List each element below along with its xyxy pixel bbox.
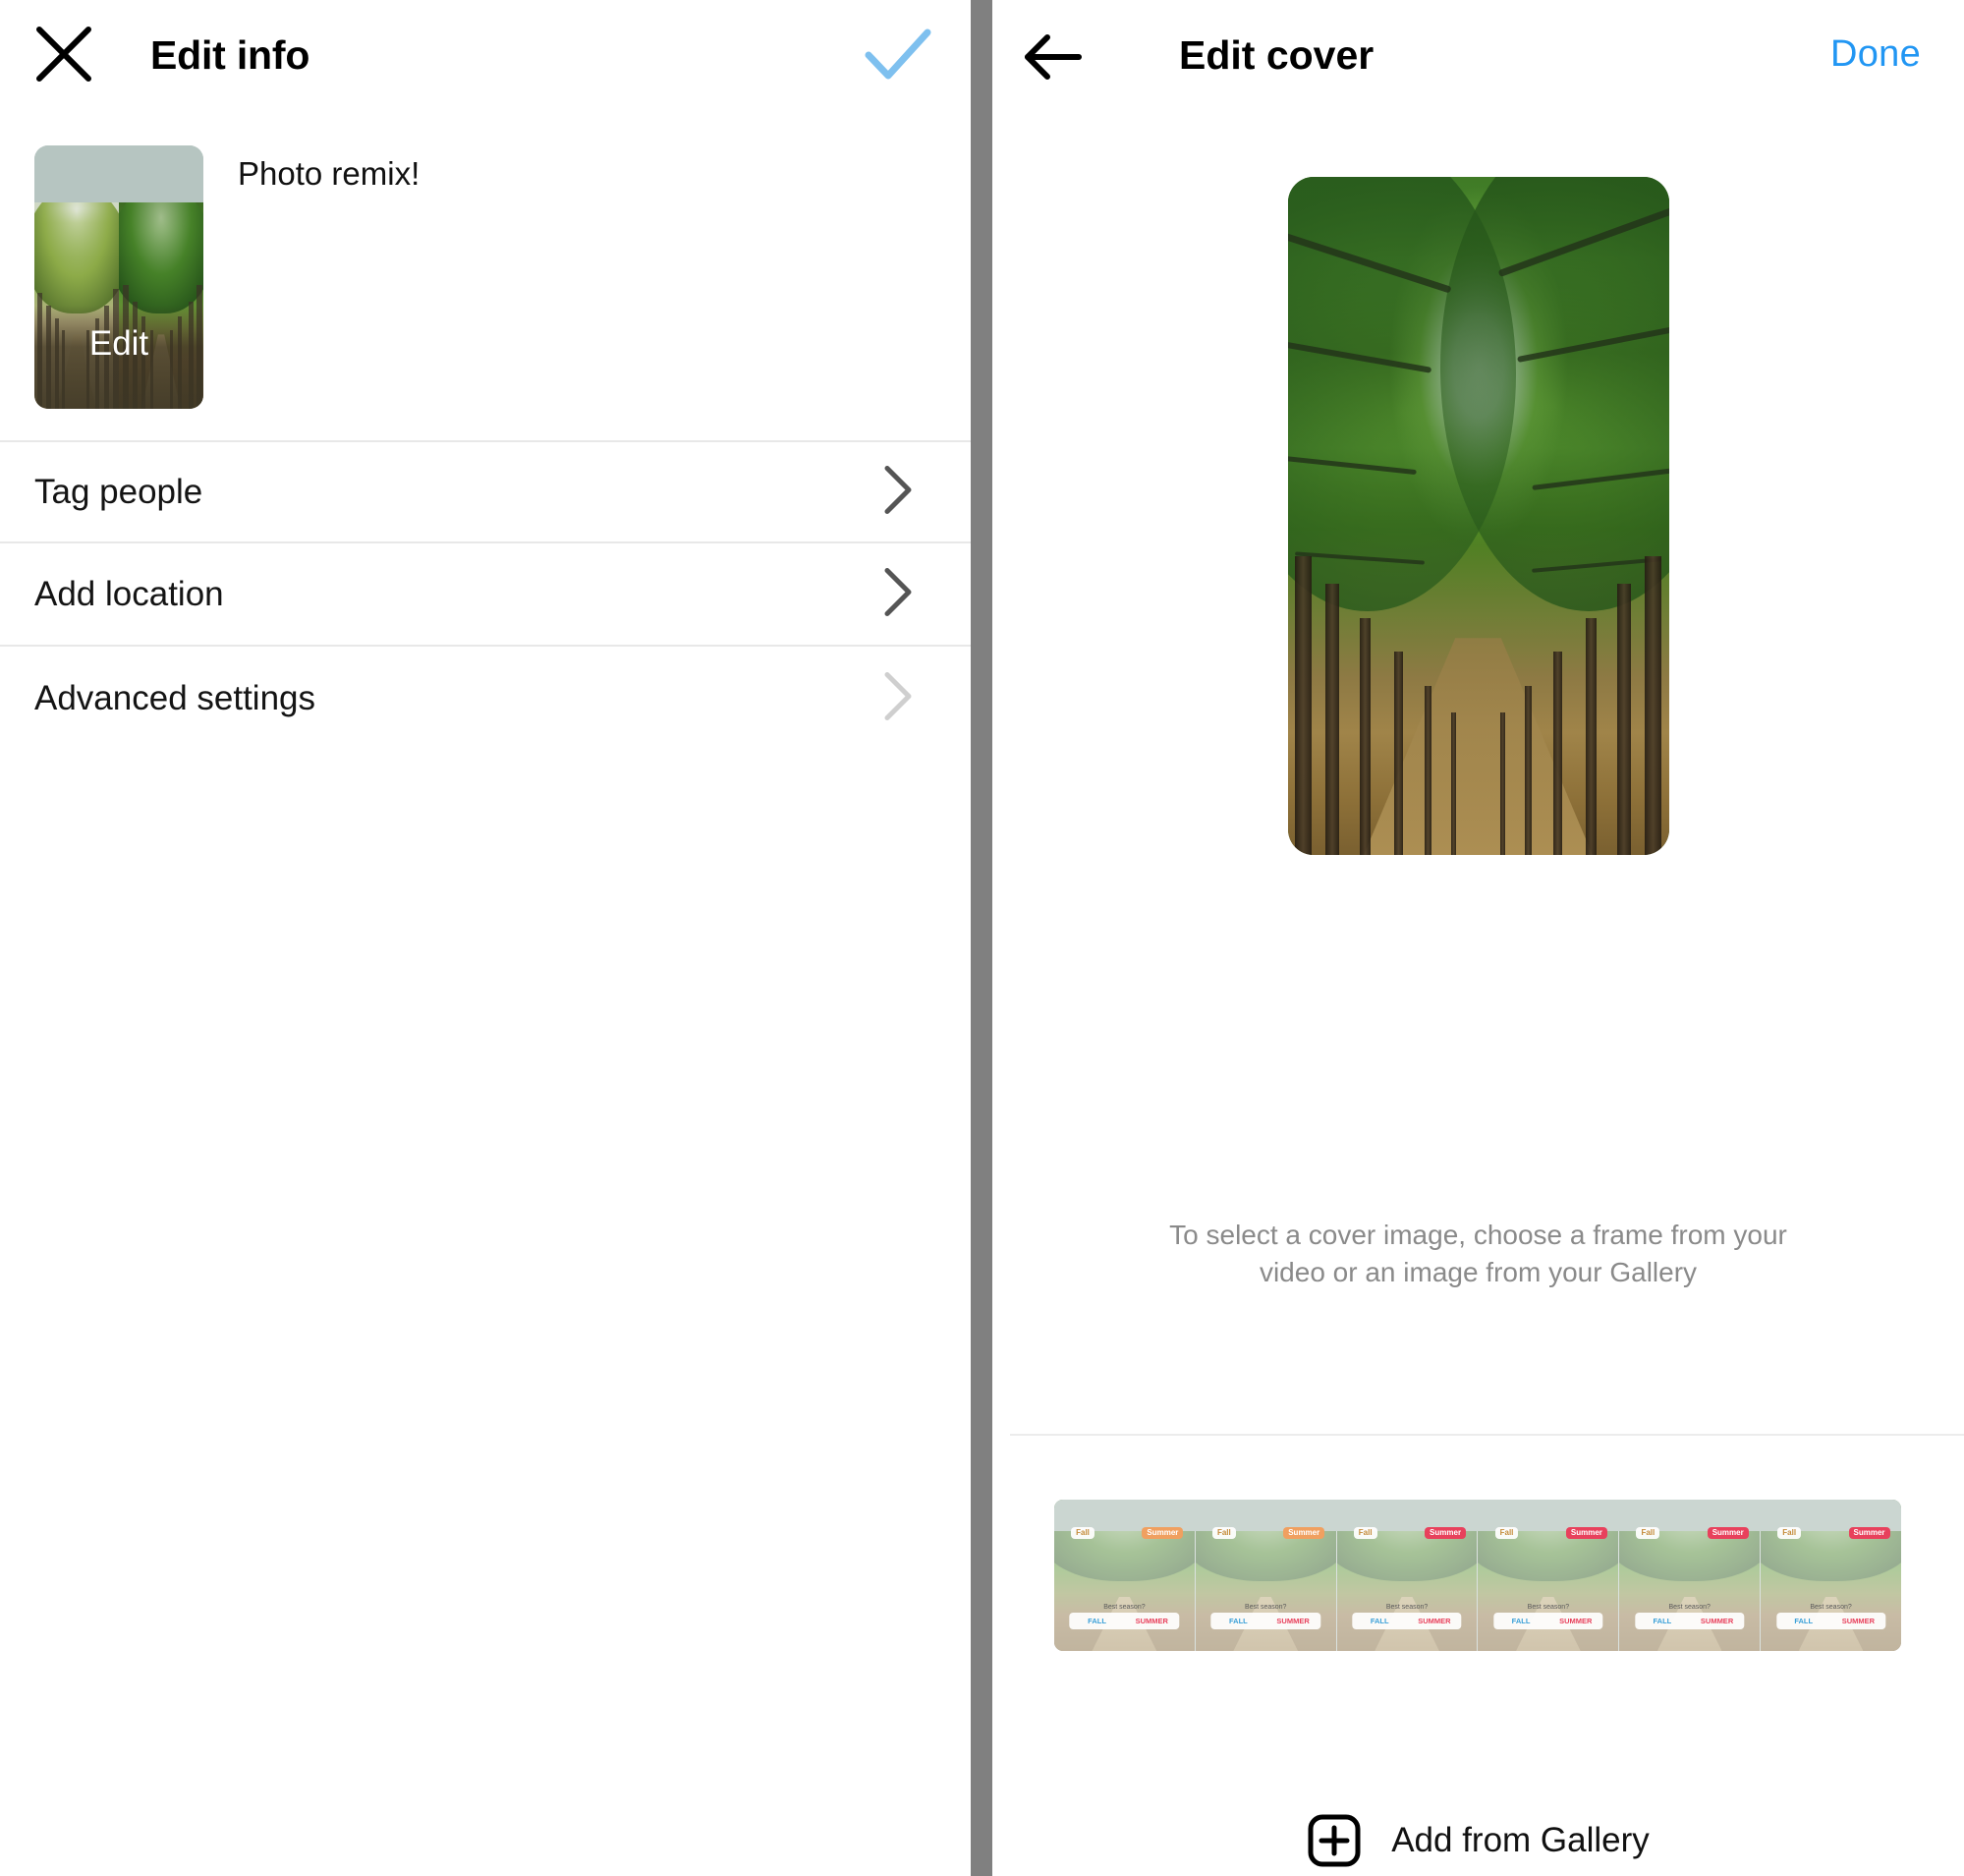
cover-preview-image[interactable] <box>1287 177 1669 855</box>
done-button[interactable]: Done <box>1830 33 1921 76</box>
section-divider <box>1010 1434 1964 1436</box>
frame-poll: Best season? FALL SUMMER <box>1493 1604 1603 1629</box>
frame-tag-summer: Summer <box>1707 1527 1749 1539</box>
frame-poll: Best season? FALL SUMMER <box>1352 1604 1462 1629</box>
chevron-right-icon <box>880 462 916 522</box>
poll-question: Best season? <box>1527 1604 1570 1611</box>
filmstrip-frame[interactable]: Fall Summer Best season? FALL SUMMER <box>1478 1500 1620 1651</box>
list-item-label: Tag people <box>34 472 203 511</box>
close-x-icon[interactable] <box>31 22 96 86</box>
poll-option-summer: SUMMER <box>1276 1617 1310 1625</box>
cover-hint-text: To select a cover image, choose a frame … <box>992 1217 1964 1291</box>
poll-option-fall: FALL <box>1794 1617 1814 1625</box>
poll-option-summer: SUMMER <box>1418 1617 1451 1625</box>
checkmark-icon[interactable] <box>863 28 933 83</box>
filmstrip-frame[interactable]: Fall Summer Best season? FALL SUMMER <box>1761 1500 1901 1651</box>
poll-option-fall: FALL <box>1088 1617 1106 1625</box>
frame-tag-fall: Fall <box>1777 1527 1802 1539</box>
page-title: Edit cover <box>1179 32 1375 78</box>
poll-question: Best season? <box>1668 1604 1711 1611</box>
edit-info-appbar: Edit info <box>0 0 971 110</box>
frame-poll: Best season? FALL SUMMER <box>1210 1604 1320 1629</box>
frame-tag-fall: Fall <box>1353 1527 1377 1539</box>
media-thumbnail[interactable]: Edit <box>34 145 203 409</box>
frame-poll: Best season? FALL SUMMER <box>1775 1604 1886 1629</box>
arrow-left-icon[interactable] <box>1022 29 1085 85</box>
poll-question: Best season? <box>1103 1604 1146 1611</box>
poll-option-summer: SUMMER <box>1559 1617 1593 1625</box>
poll-option-fall: FALL <box>1229 1617 1248 1625</box>
frame-tag-fall: Fall <box>1494 1527 1519 1539</box>
list-item-label: Add location <box>34 574 224 613</box>
poll-option-summer: SUMMER <box>1135 1617 1168 1625</box>
frame-filmstrip[interactable]: Fall Summer Best season? FALL SUMMER Fal… <box>1054 1500 1901 1651</box>
poll-option-fall: FALL <box>1511 1617 1531 1625</box>
edit-cover-panel: Edit cover Done To select a cover image,… <box>992 0 1964 1876</box>
settings-list: Tag people Add location Advanced setting… <box>0 440 971 750</box>
list-item-add-location[interactable]: Add location <box>0 543 971 647</box>
frame-tag-summer: Summer <box>1425 1527 1467 1539</box>
plus-square-icon <box>1307 1813 1362 1868</box>
poll-option-fall: FALL <box>1370 1617 1389 1625</box>
cover-hint-line-1: To select a cover image, choose a frame … <box>1169 1220 1787 1250</box>
cover-hint-line-2: video or an image from your Gallery <box>1259 1256 1698 1287</box>
poll-question: Best season? <box>1810 1604 1852 1611</box>
poll-option-summer: SUMMER <box>1841 1617 1876 1625</box>
chevron-right-icon <box>880 564 916 624</box>
frame-poll: Best season? FALL SUMMER <box>1069 1604 1180 1629</box>
dual-panel-screenshot: Edit info Edit Photo remix! Tag people A… <box>0 0 1964 1876</box>
poll-question: Best season? <box>1385 1604 1429 1611</box>
frame-tag-summer: Summer <box>1142 1527 1184 1539</box>
edit-info-panel: Edit info Edit Photo remix! Tag people A… <box>0 0 971 1876</box>
list-item-label: Advanced settings <box>34 678 316 717</box>
filmstrip-frame[interactable]: Fall Summer Best season? FALL SUMMER <box>1054 1500 1196 1651</box>
add-from-gallery-button[interactable]: Add from Gallery <box>992 1813 1964 1868</box>
frame-tag-fall: Fall <box>1211 1527 1236 1539</box>
frame-tag-fall: Fall <box>1636 1527 1660 1539</box>
add-from-gallery-label: Add from Gallery <box>1391 1821 1650 1859</box>
frame-tag-fall: Fall <box>1071 1527 1094 1539</box>
frame-tag-summer: Summer <box>1283 1527 1325 1539</box>
filmstrip-frame[interactable]: Fall Summer Best season? FALL SUMMER <box>1619 1500 1762 1651</box>
thumbnail-edit-label: Edit <box>88 323 149 363</box>
poll-option-summer: SUMMER <box>1700 1617 1734 1625</box>
poll-question: Best season? <box>1245 1604 1287 1611</box>
list-item-tag-people[interactable]: Tag people <box>0 440 971 543</box>
frame-poll: Best season? FALL SUMMER <box>1635 1604 1745 1629</box>
list-item-advanced-settings[interactable]: Advanced settings <box>0 647 971 750</box>
poll-option-fall: FALL <box>1653 1617 1672 1625</box>
page-title: Edit info <box>150 32 310 78</box>
frame-tag-summer: Summer <box>1565 1527 1607 1539</box>
cover-preview-wrap <box>992 177 1964 1160</box>
frame-tag-summer: Summer <box>1848 1527 1890 1539</box>
thumbnail-edit-overlay[interactable]: Edit <box>34 306 203 409</box>
panel-separator <box>971 0 992 1876</box>
thumbnail-sky-band <box>34 145 203 202</box>
caption-text[interactable]: Photo remix! <box>238 155 420 193</box>
filmstrip-frame[interactable]: Fall Summer Best season? FALL SUMMER <box>1195 1500 1337 1651</box>
media-thumbnail-row: Edit Photo remix! <box>0 138 971 423</box>
filmstrip-frame[interactable]: Fall Summer Best season? FALL SUMMER <box>1336 1500 1479 1651</box>
chevron-right-icon <box>880 668 916 728</box>
